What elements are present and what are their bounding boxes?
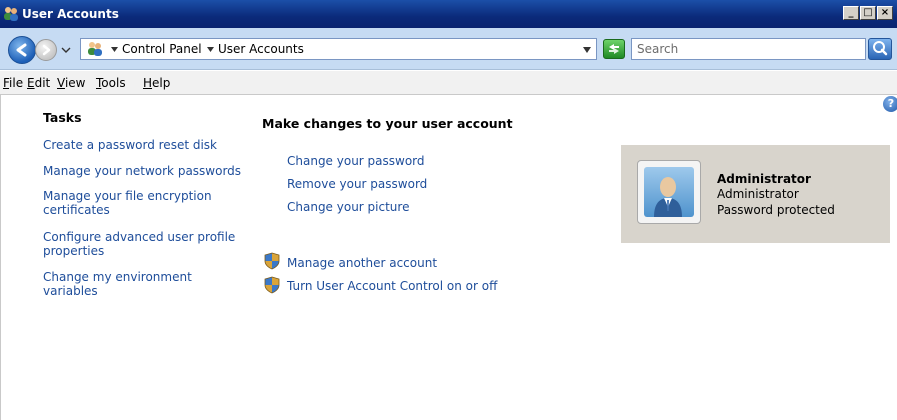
breadcrumb-control-panel[interactable]: Control Panel	[122, 42, 202, 56]
maximize-button[interactable]: □	[860, 6, 876, 20]
remove-password-link[interactable]: Remove your password	[287, 177, 427, 191]
search-input[interactable]	[631, 38, 866, 60]
menu-file[interactable]: File	[3, 76, 23, 90]
breadcrumb-user-accounts[interactable]: User Accounts	[218, 42, 304, 56]
user-picture-icon	[644, 167, 694, 217]
uac-shield-icon	[264, 276, 280, 294]
help-icon[interactable]: ?	[883, 96, 897, 112]
user-accounts-icon	[3, 6, 19, 22]
control-panel-icon	[86, 40, 104, 58]
forward-button[interactable]	[35, 39, 57, 61]
menu-tools[interactable]: Tools	[96, 76, 126, 90]
uac-shield-icon	[264, 252, 280, 270]
forward-arrow-icon	[42, 44, 51, 56]
close-button[interactable]: ×	[877, 6, 893, 20]
tasks-title: Tasks	[43, 110, 82, 125]
recent-pages-dropdown[interactable]	[61, 46, 71, 54]
refresh-icon	[609, 44, 619, 54]
chevron-down-icon[interactable]	[207, 47, 214, 52]
address-dropdown-icon[interactable]	[583, 47, 591, 53]
chevron-down-icon[interactable]	[111, 47, 118, 52]
window-title: User Accounts	[22, 7, 119, 21]
back-button[interactable]	[8, 36, 36, 64]
task-link-environment-variables[interactable]: Change my environment variables	[43, 270, 243, 298]
account-name: Administrator	[717, 172, 811, 186]
search-button[interactable]	[868, 38, 892, 60]
address-bar: Control Panel User Accounts	[0, 28, 897, 70]
menu-view[interactable]: View	[57, 76, 85, 90]
menu-edit[interactable]: Edit	[27, 76, 50, 90]
back-arrow-icon	[16, 43, 27, 57]
account-password-status: Password protected	[717, 203, 835, 217]
task-link-file-encryption-certificates[interactable]: Manage your file encryption certificates	[43, 189, 243, 217]
task-link-advanced-profile-properties[interactable]: Configure advanced user profile properti…	[43, 230, 243, 258]
menu-help[interactable]: Help	[143, 76, 170, 90]
change-picture-link[interactable]: Change your picture	[287, 200, 409, 214]
content-border	[0, 95, 1, 420]
toggle-uac-link[interactable]: Turn User Account Control on or off	[287, 279, 497, 293]
account-type: Administrator	[717, 187, 799, 201]
change-password-link[interactable]: Change your password	[287, 154, 425, 168]
title-bar: User Accounts _ □ ×	[0, 0, 897, 28]
task-link-network-passwords[interactable]: Manage your network passwords	[43, 164, 243, 178]
page-heading: Make changes to your user account	[262, 116, 513, 131]
menu-bar: File Edit View Tools Help	[0, 71, 897, 95]
search-icon	[873, 41, 888, 56]
manage-another-account-link[interactable]: Manage another account	[287, 256, 437, 270]
minimize-button[interactable]: _	[843, 6, 859, 20]
avatar	[637, 160, 701, 224]
refresh-button[interactable]	[603, 39, 625, 59]
task-link-password-reset-disk[interactable]: Create a password reset disk	[43, 138, 243, 152]
